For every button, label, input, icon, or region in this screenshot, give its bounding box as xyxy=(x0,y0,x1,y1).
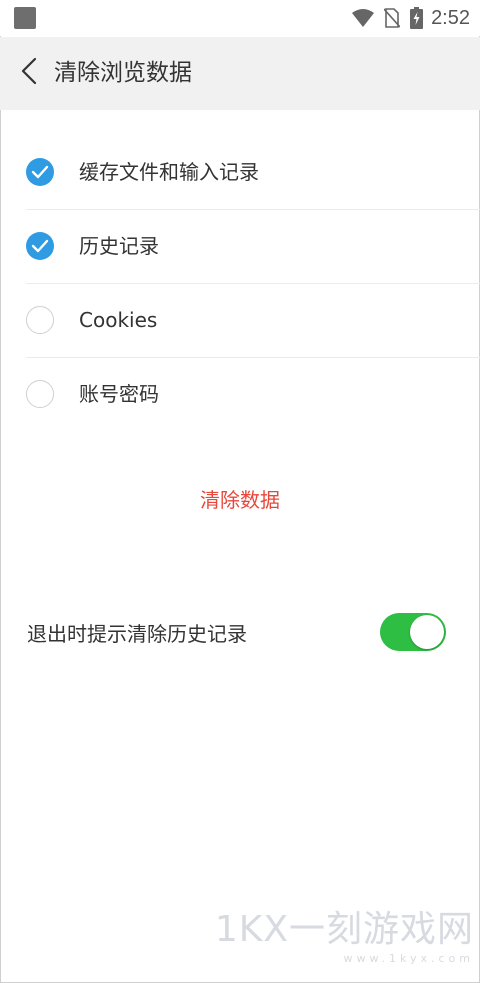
toggle-knob xyxy=(410,615,444,649)
exit-prompt-toggle[interactable] xyxy=(380,613,446,651)
option-label: Cookies xyxy=(79,308,158,332)
option-label: 账号密码 xyxy=(79,382,159,406)
checkbox-unchecked[interactable] xyxy=(26,306,54,334)
option-cookies[interactable]: Cookies xyxy=(26,284,480,358)
status-bar: 2:52 xyxy=(0,0,480,36)
checkbox-checked[interactable] xyxy=(26,158,54,186)
wifi-icon xyxy=(352,8,375,28)
back-button[interactable] xyxy=(10,53,48,93)
app-header: 清除浏览数据 xyxy=(0,37,480,110)
status-icons: 2:52 xyxy=(352,0,470,36)
app-icon xyxy=(14,7,36,29)
status-time: 2:52 xyxy=(431,6,470,29)
page-title: 清除浏览数据 xyxy=(54,60,192,86)
clear-options-list: 缓存文件和输入记录 历史记录 Cookies 账号密码 xyxy=(0,136,480,431)
option-label: 缓存文件和输入记录 xyxy=(79,160,259,184)
watermark: 1KX一刻游戏网 www.1kyx.com xyxy=(214,909,474,966)
watermark-url: www.1kyx.com xyxy=(343,952,474,965)
battery-charging-icon xyxy=(410,7,424,29)
chevron-left-icon xyxy=(21,57,37,89)
no-sim-icon xyxy=(384,8,401,28)
option-cache[interactable]: 缓存文件和输入记录 xyxy=(26,136,480,210)
check-icon xyxy=(31,165,49,179)
checkbox-checked[interactable] xyxy=(26,232,54,260)
check-icon xyxy=(31,239,49,253)
checkbox-unchecked[interactable] xyxy=(26,380,54,408)
option-label: 历史记录 xyxy=(79,234,159,258)
option-passwords[interactable]: 账号密码 xyxy=(26,358,480,431)
option-history[interactable]: 历史记录 xyxy=(26,210,480,284)
exit-prompt-label: 退出时提示清除历史记录 xyxy=(27,622,247,646)
clear-data-button[interactable]: 清除数据 xyxy=(0,478,480,522)
watermark-logo: 1KX一刻游戏网 xyxy=(214,909,474,950)
